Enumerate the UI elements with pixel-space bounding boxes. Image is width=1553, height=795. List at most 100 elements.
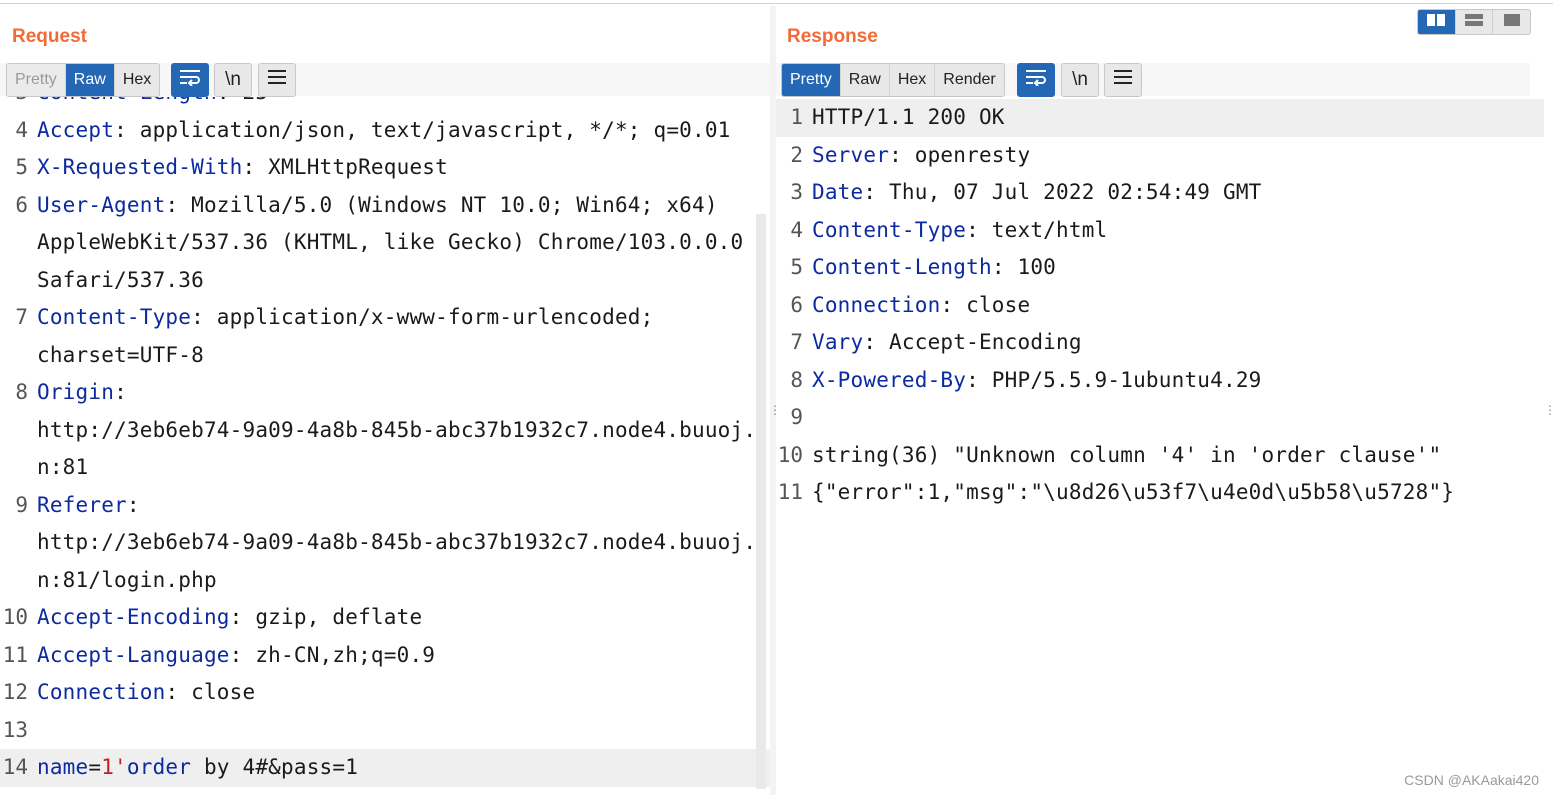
line-number: 7 [15, 305, 28, 329]
code-line[interactable]: 11 {"error":1,"msg":"\u8d26\u53f7\u4e0d\u… [776, 474, 1544, 512]
line-content: http://3eb6eb74-9a09-4a8b-845b-abc37b193… [37, 524, 756, 562]
response-tab-pretty[interactable]: Pretty [782, 64, 841, 96]
code-line[interactable]: 3 Date: Thu, 07 Jul 2022 02:54:49 GMT [776, 174, 1544, 212]
header-name: Connection [37, 680, 166, 704]
response-tab-hex[interactable]: Hex [889, 64, 936, 96]
line-content: Connection: close [37, 674, 255, 712]
top-border [0, 3, 1553, 4]
line-number: 9 [15, 492, 28, 517]
line-number: 8 [15, 380, 28, 404]
code-line[interactable]: 7 Content-Type: application/x-www-form-ur… [0, 299, 770, 337]
response-show-newlines-button[interactable]: \n [1061, 63, 1099, 97]
request-title: Request [12, 26, 87, 47]
code-line[interactable]: n:81 [0, 449, 770, 487]
line-number: 5 [15, 155, 28, 179]
header-name: User-Agent [37, 192, 166, 217]
code-line[interactable]: 13 [0, 712, 770, 750]
response-pane: Response Pretty Raw Hex Render \n 1 HTTP/… [776, 6, 1544, 795]
code-line[interactable]: 5 Content-Length: 100 [776, 249, 1544, 287]
code-line[interactable]: 12 Connection: close [0, 674, 770, 712]
line-content: Content-Type: application/x-www-form-url… [37, 299, 653, 337]
header-value: n:81/login.php [37, 567, 217, 592]
code-line[interactable]: 14 name=1'order by 4#&pass=1 [0, 749, 770, 787]
divider-drag-handle-icon[interactable]: ⋮ [769, 404, 781, 425]
code-line[interactable]: Safari/537.36 [0, 262, 770, 300]
layout-tabs-button[interactable] [1493, 10, 1530, 34]
line-number: 11 [777, 480, 803, 504]
line-content: http://3eb6eb74-9a09-4a8b-845b-abc37b193… [37, 412, 756, 450]
request-editor[interactable]: 3Content-Length: 254Accept: application/… [0, 97, 770, 795]
request-wrap-lines-button[interactable] [171, 63, 209, 97]
header-name: Referer [37, 492, 127, 517]
single-pane-icon [1503, 13, 1521, 31]
code-line[interactable]: charset=UTF-8 [0, 337, 770, 375]
right-drag-handle-icon[interactable]: ⋮ [1544, 404, 1553, 425]
newline-icon: \n [225, 69, 241, 90]
code-line[interactable]: 8 X-Powered-By: PHP/5.5.9-1ubuntu4.29 [776, 362, 1544, 400]
header-value: : application/json, text/javascript, */*… [114, 117, 731, 142]
request-show-newlines-button[interactable]: \n [214, 63, 252, 97]
header-value: : [126, 492, 140, 517]
header-value: http://3eb6eb74-9a09-4a8b-845b-abc37b193… [37, 530, 757, 554]
header-value: : Thu, 07 Jul 2022 02:54:49 GMT [863, 180, 1262, 204]
header-name: name [37, 755, 89, 779]
code-line[interactable]: http://3eb6eb74-9a09-4a8b-845b-abc37b193… [0, 412, 770, 450]
response-tab-raw[interactable]: Raw [840, 64, 890, 96]
code-line[interactable]: 4 Content-Type: text/html [776, 212, 1544, 250]
code-line[interactable]: 5 X-Requested-With: XMLHttpRequest [0, 149, 770, 187]
code-line[interactable]: AppleWebKit/537.36 (KHTML, like Gecko) C… [0, 224, 770, 262]
request-tab-pretty[interactable]: Pretty [7, 64, 66, 96]
header-value: : zh-CN,zh;q=0.9 [229, 642, 436, 667]
code-line[interactable]: 10 Accept-Encoding: gzip, deflate [0, 599, 770, 637]
code-line[interactable]: 6 User-Agent: Mozilla/5.0 (Windows NT 10.… [0, 187, 770, 225]
layout-side-by-side-button[interactable] [1418, 10, 1456, 34]
request-menu-button[interactable] [258, 63, 296, 97]
code-line[interactable]: 1 HTTP/1.1 200 OK [776, 99, 1544, 137]
response-menu-button[interactable] [1104, 63, 1142, 97]
request-scrollbar[interactable] [756, 214, 766, 789]
layout-top-bottom-button[interactable] [1456, 10, 1494, 34]
line-content: HTTP/1.1 200 OK [812, 99, 1005, 137]
code-line[interactable]: 8 Origin: [0, 374, 770, 412]
line-content: string(36) "Unknown column '4' in 'order… [812, 437, 1441, 475]
line-number: 10 [777, 442, 803, 467]
top-bottom-icon [1465, 13, 1483, 31]
header-value: HTTP/1.1 200 OK [812, 105, 1005, 129]
code-line[interactable]: 6 Connection: close [776, 287, 1544, 325]
line-content: AppleWebKit/537.36 (KHTML, like Gecko) C… [37, 224, 743, 262]
line-content: {"error":1,"msg":"\u8d26\u53f7\u4e0d\u5b… [812, 474, 1454, 512]
code-line[interactable]: 2 Server: openresty [776, 137, 1544, 175]
response-editor[interactable]: 1 HTTP/1.1 200 OK 2 Server: openresty 3 Date:… [776, 97, 1544, 795]
header-name: Vary [812, 330, 864, 354]
header-value: = [88, 755, 102, 779]
line-number: 2 [790, 142, 803, 167]
header-value: n:81 [37, 455, 89, 479]
response-wrap-lines-button[interactable] [1017, 63, 1055, 97]
code-line[interactable]: 4 Accept: application/json, text/javascri… [0, 112, 770, 150]
code-line[interactable]: 11 Accept-Language: zh-CN,zh;q=0.9 [0, 637, 770, 675]
line-number: 6 [790, 292, 803, 317]
layout-switcher [1417, 9, 1531, 35]
code-line[interactable]: n:81/login.php [0, 562, 770, 600]
line-number: 4 [15, 117, 28, 142]
code-line[interactable]: 9 [776, 399, 1544, 437]
header-value: : text/html [966, 217, 1108, 242]
line-content: Date: Thu, 07 Jul 2022 02:54:49 GMT [812, 174, 1262, 212]
code-line[interactable]: 7 Vary: Accept-Encoding [776, 324, 1544, 362]
wrap-lines-icon [1024, 68, 1048, 92]
line-number: 12 [2, 680, 28, 704]
request-tab-raw[interactable]: Raw [65, 64, 115, 96]
request-tab-hex[interactable]: Hex [114, 64, 160, 96]
header-value: : 100 [991, 255, 1057, 279]
header-value: : gzip, deflate [229, 605, 423, 629]
code-line[interactable]: http://3eb6eb74-9a09-4a8b-845b-abc37b193… [0, 524, 770, 562]
code-line[interactable]: 9 Referer: [0, 487, 770, 525]
header-name: Content-Type [37, 305, 192, 329]
line-number: 4 [790, 217, 803, 242]
line-content: Content-Length: 100 [812, 249, 1056, 287]
response-tab-render[interactable]: Render [935, 64, 1004, 96]
line-content: User-Agent: Mozilla/5.0 (Windows NT 10.0… [37, 187, 718, 225]
code-line[interactable]: 3 Content-Length: 25 [0, 97, 770, 112]
code-line[interactable]: 10 string(36) "Unknown column '4' in 'ord… [776, 437, 1544, 475]
line-number: 8 [790, 367, 803, 392]
